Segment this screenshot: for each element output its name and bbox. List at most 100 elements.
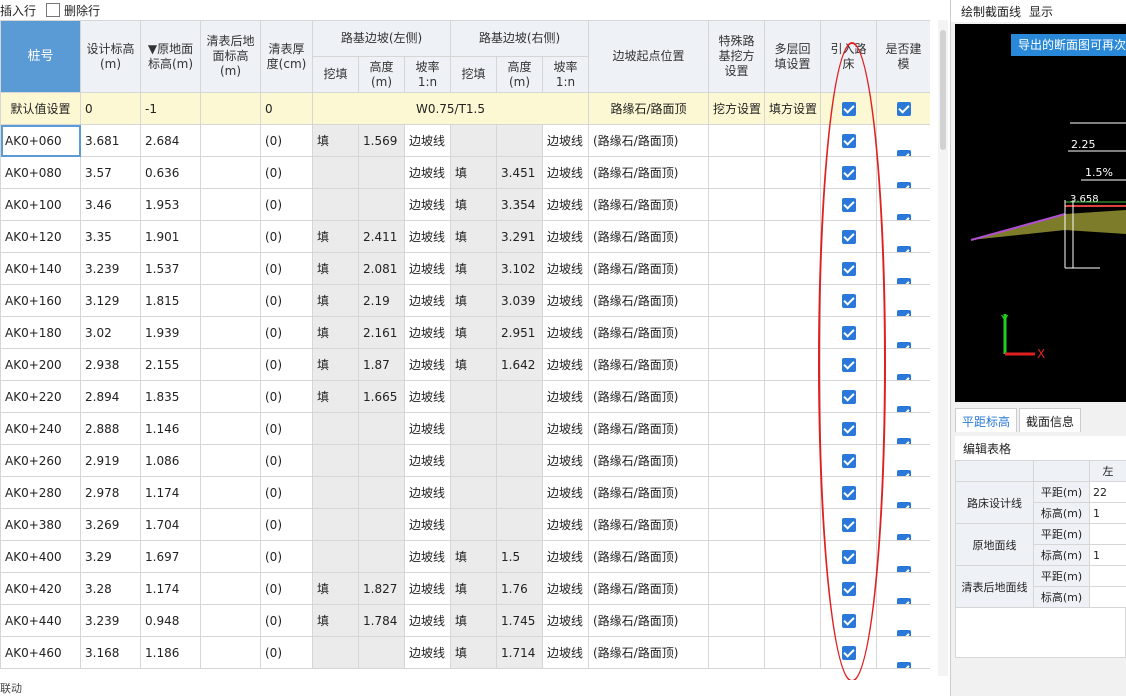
row-right-height[interactable]: 3.354: [496, 188, 543, 221]
row-right-height[interactable]: 3.451: [496, 156, 543, 189]
row-left-ratio[interactable]: 边坡线: [404, 316, 451, 349]
row-left-cutfill[interactable]: [312, 508, 359, 541]
row-modeled-checkbox[interactable]: [876, 188, 930, 221]
row-station[interactable]: AK0+240: [0, 412, 81, 445]
row-ground[interactable]: 1.704: [140, 508, 201, 541]
row-start[interactable]: (路缘石/路面顶): [588, 124, 709, 157]
row-station[interactable]: AK0+200: [0, 348, 81, 381]
row-import-checkbox[interactable]: [820, 252, 877, 285]
row-thickness[interactable]: (0): [260, 124, 313, 157]
row-thickness[interactable]: (0): [260, 508, 313, 541]
row-multi[interactable]: [764, 284, 821, 317]
row-multi[interactable]: [764, 508, 821, 541]
row-multi[interactable]: [764, 156, 821, 189]
row-left-cutfill[interactable]: [312, 476, 359, 509]
row-multi[interactable]: [764, 604, 821, 637]
row-right-ratio[interactable]: 边坡线: [542, 604, 589, 637]
edit-table-button[interactable]: 编辑表格: [955, 436, 1126, 460]
row-left-cutfill[interactable]: 填: [312, 348, 359, 381]
row-left-cutfill[interactable]: 填: [312, 220, 359, 253]
row-modeled-checkbox[interactable]: [876, 412, 930, 445]
row-right-height[interactable]: [496, 508, 543, 541]
row-cleared[interactable]: [200, 316, 261, 349]
row-left-ratio[interactable]: 边坡线: [404, 156, 451, 189]
row-right-cutfill[interactable]: 填: [450, 316, 497, 349]
row-design[interactable]: 3.239: [80, 604, 141, 637]
row-import-checkbox[interactable]: [820, 284, 877, 317]
row-modeled-checkbox[interactable]: [876, 348, 930, 381]
row-cleared[interactable]: [200, 412, 261, 445]
row-modeled-checkbox[interactable]: [876, 316, 930, 349]
row-left-ratio[interactable]: 边坡线: [404, 572, 451, 605]
row-special[interactable]: [708, 636, 765, 669]
row-right-height[interactable]: 1.745: [496, 604, 543, 637]
row-ground[interactable]: 1.835: [140, 380, 201, 413]
row-left-height[interactable]: 2.081: [358, 252, 405, 285]
row-start[interactable]: (路缘石/路面顶): [588, 380, 709, 413]
row-modeled-checkbox[interactable]: [876, 156, 930, 189]
row-import-checkbox[interactable]: [820, 604, 877, 637]
row-modeled-checkbox[interactable]: [876, 540, 930, 573]
row-ground[interactable]: 2.684: [140, 124, 201, 157]
row-right-ratio[interactable]: 边坡线: [542, 508, 589, 541]
row-left-height[interactable]: [358, 540, 405, 573]
row-cleared[interactable]: [200, 220, 261, 253]
row-thickness[interactable]: (0): [260, 380, 313, 413]
row-design[interactable]: 3.46: [80, 188, 141, 221]
row-special[interactable]: [708, 380, 765, 413]
row-right-cutfill[interactable]: 填: [450, 284, 497, 317]
row-start[interactable]: (路缘石/路面顶): [588, 220, 709, 253]
default-design[interactable]: 0: [80, 92, 141, 125]
display-dropdown[interactable]: 显示: [1029, 3, 1053, 20]
row-cleared[interactable]: [200, 540, 261, 573]
row-station[interactable]: AK0+280: [0, 476, 81, 509]
row-thickness[interactable]: (0): [260, 220, 313, 253]
row-right-cutfill[interactable]: [450, 444, 497, 477]
row-right-height[interactable]: [496, 412, 543, 445]
row-right-cutfill[interactable]: 填: [450, 220, 497, 253]
row-left-height[interactable]: 2.161: [358, 316, 405, 349]
row-thickness[interactable]: (0): [260, 444, 313, 477]
row-left-ratio[interactable]: 边坡线: [404, 348, 451, 381]
row-right-cutfill[interactable]: 填: [450, 348, 497, 381]
row-right-ratio[interactable]: 边坡线: [542, 156, 589, 189]
row-multi[interactable]: [764, 380, 821, 413]
row-design[interactable]: 2.894: [80, 380, 141, 413]
default-thickness[interactable]: 0: [260, 92, 313, 125]
row-design[interactable]: 3.681: [80, 124, 141, 157]
col-left-height[interactable]: 高度(m): [358, 56, 405, 93]
row-import-checkbox[interactable]: [820, 444, 877, 477]
row-left-cutfill[interactable]: 填: [312, 604, 359, 637]
row-left-ratio[interactable]: 边坡线: [404, 444, 451, 477]
row-special[interactable]: [708, 508, 765, 541]
row-thickness[interactable]: (0): [260, 156, 313, 189]
row-ground[interactable]: 1.186: [140, 636, 201, 669]
row-import-checkbox[interactable]: [820, 316, 877, 349]
row-import-checkbox[interactable]: [820, 124, 877, 157]
row-start[interactable]: (路缘石/路面顶): [588, 604, 709, 637]
row-left-cutfill[interactable]: 填: [312, 124, 359, 157]
row-ground[interactable]: 1.815: [140, 284, 201, 317]
row-cleared[interactable]: [200, 348, 261, 381]
row-start[interactable]: (路缘石/路面顶): [588, 284, 709, 317]
row-multi[interactable]: [764, 572, 821, 605]
row-ground[interactable]: 0.636: [140, 156, 201, 189]
row-ground[interactable]: 0.948: [140, 604, 201, 637]
row-thickness[interactable]: (0): [260, 412, 313, 445]
row-station[interactable]: AK0+100: [0, 188, 81, 221]
row-left-cutfill[interactable]: 填: [312, 316, 359, 349]
col-special-cut[interactable]: 特殊路基挖方设置: [708, 20, 765, 93]
row-modeled-checkbox[interactable]: [876, 476, 930, 509]
col-clear-thickness[interactable]: 清表厚度(cm): [260, 20, 313, 93]
row-special[interactable]: [708, 540, 765, 573]
row-left-cutfill[interactable]: [312, 412, 359, 445]
row-design[interactable]: 3.168: [80, 636, 141, 669]
row-right-ratio[interactable]: 边坡线: [542, 380, 589, 413]
row-right-height[interactable]: 1.642: [496, 348, 543, 381]
row-cleared[interactable]: [200, 380, 261, 413]
row-design[interactable]: 2.938: [80, 348, 141, 381]
row-import-checkbox[interactable]: [820, 380, 877, 413]
row-left-height[interactable]: [358, 444, 405, 477]
row-left-height[interactable]: 1.665: [358, 380, 405, 413]
row-start[interactable]: (路缘石/路面顶): [588, 444, 709, 477]
